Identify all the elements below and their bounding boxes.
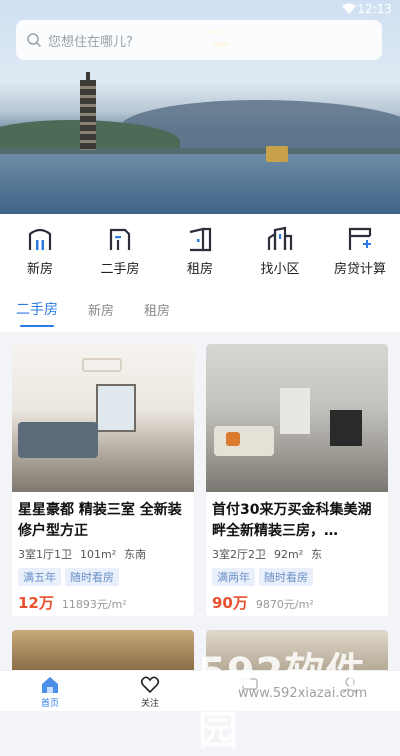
rent-icon: [189, 227, 212, 252]
listing-tag: 随时看房: [259, 568, 313, 586]
boat: [266, 146, 288, 162]
new-house-icon: [28, 228, 52, 250]
quick-nav-label: 房贷计算: [333, 262, 386, 277]
listing-layout: 3室1厅1卫: [18, 548, 72, 561]
ceiling-light: [82, 358, 122, 372]
listing-card-partial[interactable]: [12, 630, 194, 670]
home-icon: [42, 677, 58, 693]
listing-meta: 3室2厅2卫 92m² 东: [212, 546, 382, 562]
search-bar[interactable]: 您想住在哪儿?: [16, 20, 382, 60]
listing-tag: 随时看房: [65, 568, 119, 586]
listing-tags: 满两年 随时看房: [212, 568, 382, 586]
listing-orientation: 东: [311, 548, 323, 561]
tv: [330, 410, 362, 446]
listing-photo: [12, 344, 194, 492]
quick-nav-rent[interactable]: 租房: [160, 214, 240, 286]
sofa: [214, 426, 274, 456]
quick-nav-community[interactable]: 找小区: [240, 214, 320, 286]
listing-price: 90万: [212, 594, 248, 612]
watermark: 592软件园 www.592xiazai.com: [198, 640, 400, 756]
quick-nav: 新房 二手房 租房 找小区 房贷计算: [0, 214, 400, 286]
status-bar: 12:13: [0, 0, 400, 18]
listing-price-row: 12万 11893元/m²: [18, 592, 188, 613]
search-placeholder: 您想住在哪儿?: [48, 34, 133, 50]
category-tabs: 二手房 新房 租房: [0, 286, 400, 332]
listing-price-row: 90万 9870元/m²: [212, 592, 382, 613]
tab-new-house[interactable]: 新房: [88, 300, 114, 319]
listing-photo: [206, 344, 388, 492]
quick-nav-label: 新房: [26, 262, 53, 277]
chair: [226, 432, 240, 446]
listing-unit-price: 11893元/m²: [61, 598, 127, 611]
listing-tag: 满两年: [212, 568, 255, 586]
watermark-brand: 592软件园: [198, 650, 367, 754]
bottom-nav-home[interactable]: 首页: [0, 671, 100, 711]
listing-area: 92m²: [274, 548, 304, 561]
tab-rent[interactable]: 租房: [144, 300, 170, 319]
listing-unit-price: 9870元/m²: [255, 598, 314, 611]
bottom-nav-follow[interactable]: 关注: [100, 671, 200, 711]
listing-orientation: 东南: [124, 548, 147, 561]
quick-nav-secondhand[interactable]: 二手房: [80, 214, 160, 286]
listing-title: 首付30来万买金科集美湖畔全新精装三房，…: [212, 502, 372, 539]
watermark-url: www.592xiazai.com: [238, 686, 368, 701]
hallway: [280, 388, 310, 434]
pagoda: [80, 72, 96, 150]
clock: 12:13: [357, 2, 392, 16]
lake: [0, 154, 400, 214]
listing-meta: 3室1厅1卫 101m² 东南: [18, 546, 188, 562]
quick-nav-label: 二手房: [100, 262, 140, 277]
secondhand-house-icon: [109, 228, 131, 250]
quick-nav-label: 找小区: [260, 262, 300, 277]
listing-area: 101m²: [80, 548, 117, 561]
sofa: [18, 422, 98, 458]
quick-nav-label: 租房: [186, 262, 213, 277]
community-icon: [267, 226, 293, 250]
listing-card[interactable]: 首付30来万买金科集美湖畔全新精装三房，… 3室2厅2卫 92m² 东 满两年 随时…: [206, 344, 388, 616]
listing-tag: 满五年: [18, 568, 61, 586]
listing-price: 12万: [18, 594, 54, 612]
window: [96, 384, 136, 432]
bottom-nav-label: 关注: [140, 699, 159, 709]
quick-nav-mortgage[interactable]: 房贷计算: [320, 214, 400, 286]
listing-layout: 3室2厅2卫: [212, 548, 266, 561]
calculator-icon: [348, 227, 372, 250]
bottom-nav-label: 首页: [40, 699, 59, 709]
listing-tags: 满五年 随时看房: [18, 568, 188, 586]
heart-icon: [140, 676, 160, 694]
wifi-icon: [342, 3, 356, 14]
listing-card[interactable]: 星星豪都 精装三室 全新装修户型方正 3室1厅1卫 101m² 东南 满五年 随时看…: [12, 344, 194, 616]
listing-grid: 星星豪都 精装三室 全新装修户型方正 3室1厅1卫 101m² 东南 满五年 随时看…: [12, 344, 388, 616]
listing-title: 星星豪都 精装三室 全新装修户型方正: [18, 502, 182, 539]
search-icon: [27, 33, 42, 48]
quick-nav-new-house[interactable]: 新房: [0, 214, 80, 286]
tab-secondhand[interactable]: 二手房: [16, 299, 58, 327]
